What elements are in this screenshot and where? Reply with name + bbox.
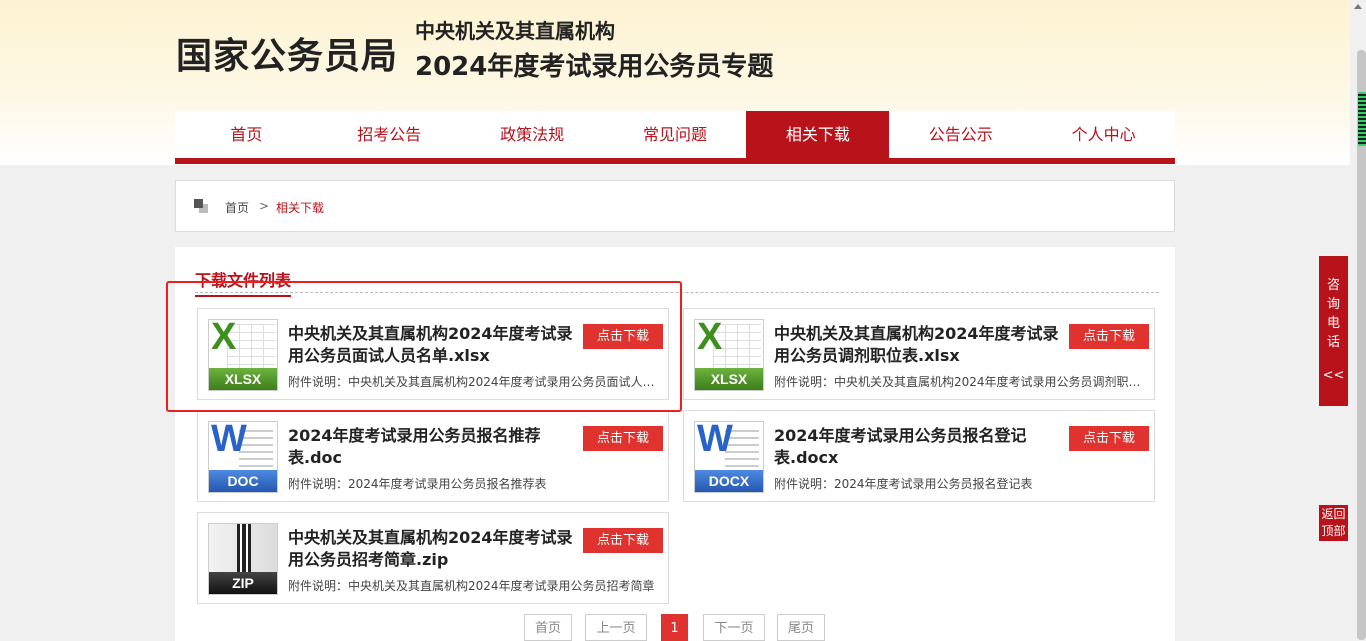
back-top-label: 返回 bbox=[1321, 507, 1346, 521]
nav-item-recruitment-notice[interactable]: 招考公告 bbox=[318, 111, 461, 158]
breadcrumb-current[interactable]: 相关下载 bbox=[276, 199, 324, 216]
nav-item-home[interactable]: 首页 bbox=[175, 111, 318, 158]
file-card: W DOCX 2024年度考试录用公务员报名登记表.docx 附件说明：2024… bbox=[683, 410, 1155, 502]
consult-char: 电 bbox=[1326, 316, 1340, 331]
download-button[interactable]: 点击下载 bbox=[583, 528, 663, 553]
file-description: 附件说明：中央机关及其直属机构2024年度考试录用公务员调剂职位表 bbox=[774, 375, 1146, 389]
doc-file-icon: W DOC bbox=[208, 418, 278, 493]
file-card: ZIP 中央机关及其直属机构2024年度考试录用公务员招考简章.zip 附件说明… bbox=[197, 512, 669, 604]
highlight-box bbox=[166, 281, 682, 412]
page-scrollbar[interactable] bbox=[1350, 0, 1366, 641]
download-button[interactable]: 点击下载 bbox=[1069, 426, 1149, 451]
file-title[interactable]: 2024年度考试录用公务员报名推荐表.doc bbox=[288, 425, 573, 469]
site-logo[interactable]: 国家公务员局 bbox=[176, 27, 398, 79]
breadcrumb-icon bbox=[194, 199, 208, 213]
pagination-current-page[interactable]: 1 bbox=[661, 614, 688, 641]
file-description: 附件说明：中央机关及其直属机构2024年度考试录用公务员招考简章 bbox=[288, 579, 655, 593]
file-card: X XLSX 中央机关及其直属机构2024年度考试录用公务员调剂职位表.xlsx… bbox=[683, 308, 1155, 400]
file-title[interactable]: 中央机关及其直属机构2024年度考试录用公务员调剂职位表.xlsx bbox=[774, 323, 1059, 367]
xlsx-file-icon: X XLSX bbox=[694, 316, 764, 391]
breadcrumb-home-link[interactable]: 首页 bbox=[225, 199, 249, 216]
main-nav: 首页 招考公告 政策法规 常见问题 相关下载 公告公示 个人中心 bbox=[175, 111, 1175, 164]
breadcrumb-separator: > bbox=[259, 199, 270, 213]
consult-char: 咨 bbox=[1326, 278, 1340, 293]
file-title[interactable]: 中央机关及其直属机构2024年度考试录用公务员招考简章.zip bbox=[288, 527, 573, 571]
nav-item-policies[interactable]: 政策法规 bbox=[461, 111, 604, 158]
file-card: W DOC 2024年度考试录用公务员报名推荐表.doc 附件说明：2024年度… bbox=[197, 410, 669, 502]
breadcrumb: 首页 > 相关下载 bbox=[175, 180, 1175, 232]
download-button[interactable]: 点击下载 bbox=[583, 426, 663, 451]
nav-item-downloads[interactable]: 相关下载 bbox=[746, 111, 890, 158]
back-top-label: 顶部 bbox=[1321, 524, 1346, 538]
header-subtitle-line2: 2024年度考试录用公务员专题 bbox=[415, 52, 774, 82]
pagination-prev[interactable]: 上一页 bbox=[585, 614, 647, 641]
download-button[interactable]: 点击下载 bbox=[1069, 324, 1149, 349]
zip-file-icon: ZIP bbox=[208, 523, 278, 595]
file-description: 附件说明：2024年度考试录用公务员报名登记表 bbox=[774, 477, 1033, 491]
collapse-arrows-icon[interactable]: << bbox=[1319, 366, 1348, 385]
consult-char: 话 bbox=[1326, 335, 1340, 350]
header-subtitle-line1: 中央机关及其直属机构 bbox=[415, 19, 615, 43]
file-description: 附件说明：2024年度考试录用公务员报名推荐表 bbox=[288, 477, 547, 491]
consult-char: 询 bbox=[1326, 297, 1340, 312]
scroll-up-arrow-icon[interactable] bbox=[1354, 4, 1362, 9]
scrollbar-marker bbox=[1358, 92, 1366, 146]
docx-file-icon: W DOCX bbox=[694, 418, 764, 493]
consult-phone-tab[interactable]: 咨 询 电 话 << bbox=[1319, 256, 1348, 406]
file-title[interactable]: 2024年度考试录用公务员报名登记表.docx bbox=[774, 425, 1059, 469]
pagination-last[interactable]: 尾页 bbox=[777, 614, 825, 641]
pagination-next[interactable]: 下一页 bbox=[703, 614, 765, 641]
nav-item-faq[interactable]: 常见问题 bbox=[604, 111, 747, 158]
back-to-top-button[interactable]: 返回 顶部 bbox=[1319, 505, 1348, 541]
nav-item-announcements[interactable]: 公告公示 bbox=[889, 111, 1032, 158]
nav-item-personal-center[interactable]: 个人中心 bbox=[1032, 111, 1175, 158]
pagination-first[interactable]: 首页 bbox=[524, 614, 572, 641]
